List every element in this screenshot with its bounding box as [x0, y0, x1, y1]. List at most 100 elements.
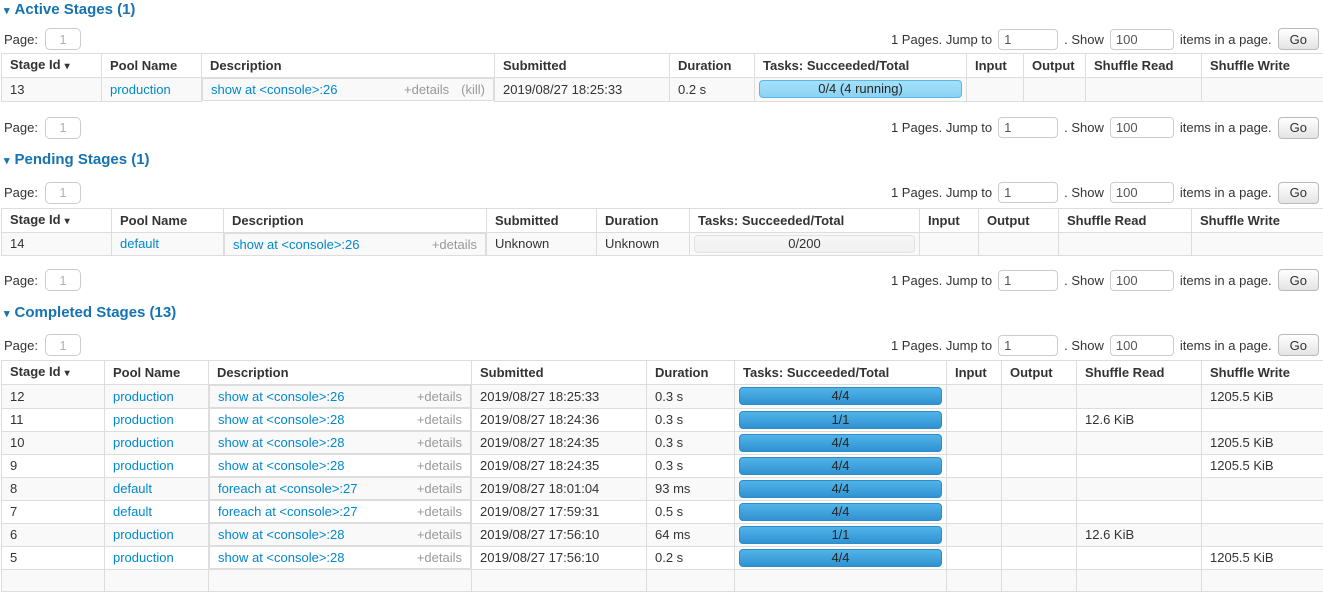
description-link[interactable]: show at <console>:28 — [218, 457, 344, 474]
description-link[interactable]: show at <console>:26 — [218, 388, 344, 405]
stage-row: 7defaultforeach at <console>:27+details2… — [2, 500, 1323, 523]
col-header-shuffle-write[interactable]: Shuffle Write — [1202, 361, 1323, 385]
pool-link[interactable]: production — [110, 82, 171, 97]
tasks-cell: 4/4 — [735, 431, 947, 454]
show-count-input[interactable] — [1110, 29, 1174, 50]
go-button[interactable]: Go — [1278, 334, 1319, 356]
col-header-submitted[interactable]: Submitted — [487, 208, 597, 232]
col-header-tasks-succeeded-total[interactable]: Tasks: Succeeded/Total — [690, 208, 920, 232]
output-cell — [1002, 408, 1077, 431]
tasks-cell: 4/4 — [735, 454, 947, 477]
page-number-input[interactable] — [45, 117, 81, 139]
go-button[interactable]: Go — [1278, 269, 1319, 291]
details-link[interactable]: +details — [417, 481, 462, 496]
col-header-description[interactable]: Description — [224, 208, 487, 232]
pool-link[interactable]: default — [120, 236, 159, 251]
jump-to-input[interactable] — [998, 335, 1058, 356]
details-link[interactable]: +details — [417, 412, 462, 427]
go-button[interactable]: Go — [1278, 28, 1319, 50]
col-header-pool-name[interactable]: Pool Name — [102, 54, 202, 78]
col-header-output[interactable]: Output — [1002, 361, 1077, 385]
details-link[interactable]: +details — [417, 504, 462, 519]
empty-cell — [1202, 570, 1323, 592]
col-header-shuffle-read[interactable]: Shuffle Read — [1077, 361, 1202, 385]
items-text: items in a page. — [1180, 185, 1272, 200]
page-number-input[interactable] — [45, 334, 81, 356]
col-header-input[interactable]: Input — [920, 208, 979, 232]
col-header-description[interactable]: Description — [209, 361, 472, 385]
completed-stages-heading[interactable]: ▾Completed Stages (13) — [0, 303, 1323, 322]
col-header-input[interactable]: Input — [947, 361, 1002, 385]
pool-link[interactable]: production — [113, 550, 174, 565]
show-count-input[interactable] — [1110, 270, 1174, 291]
col-header-shuffle-write[interactable]: Shuffle Write — [1192, 208, 1323, 232]
col-header-duration[interactable]: Duration — [647, 361, 735, 385]
page-number-input[interactable] — [45, 269, 81, 291]
page-label: Page: — [4, 338, 38, 353]
description-link[interactable]: show at <console>:28 — [218, 526, 344, 543]
tasks-cell: 4/4 — [735, 500, 947, 523]
col-header-tasks-succeeded-total[interactable]: Tasks: Succeeded/Total — [755, 54, 967, 78]
pool-link[interactable]: production — [113, 527, 174, 542]
pages-count-text: 1 Pages. Jump to — [891, 32, 992, 47]
page-number-input[interactable] — [45, 28, 81, 50]
description-link[interactable]: show at <console>:26 — [233, 236, 359, 253]
details-link[interactable]: +details — [417, 550, 462, 565]
jump-to-input[interactable] — [998, 270, 1058, 291]
description-link[interactable]: show at <console>:26 — [211, 81, 337, 98]
col-header-tasks-succeeded-total[interactable]: Tasks: Succeeded/Total — [735, 361, 947, 385]
col-header-duration[interactable]: Duration — [597, 208, 690, 232]
details-link[interactable]: +details — [417, 527, 462, 542]
col-header-shuffle-read[interactable]: Shuffle Read — [1059, 208, 1192, 232]
pool-link[interactable]: production — [113, 458, 174, 473]
details-link[interactable]: +details — [417, 458, 462, 473]
submitted-cell: 2019/08/27 18:24:36 — [472, 408, 647, 431]
show-count-input[interactable] — [1110, 117, 1174, 138]
shuffle-write-cell — [1202, 477, 1323, 500]
show-count-input[interactable] — [1110, 182, 1174, 203]
show-count-input[interactable] — [1110, 335, 1174, 356]
jump-to-input[interactable] — [998, 182, 1058, 203]
col-header-description[interactable]: Description — [202, 54, 495, 78]
duration-cell: 0.3 s — [647, 454, 735, 477]
jump-to-input[interactable] — [998, 117, 1058, 138]
details-link[interactable]: +details — [432, 237, 477, 252]
description-link[interactable]: show at <console>:28 — [218, 549, 344, 566]
col-header-submitted[interactable]: Submitted — [495, 54, 670, 78]
pending-stages-heading[interactable]: ▾Pending Stages (1) — [0, 150, 1323, 169]
pages-count-text: 1 Pages. Jump to — [891, 273, 992, 288]
col-header-stage-id[interactable]: Stage Id▾ — [2, 361, 105, 385]
description-link[interactable]: show at <console>:28 — [218, 434, 344, 451]
details-link[interactable]: +details — [417, 435, 462, 450]
pool-link[interactable]: default — [113, 504, 152, 519]
details-link[interactable]: +details — [417, 389, 462, 404]
page-number-input[interactable] — [45, 182, 81, 204]
col-header-output[interactable]: Output — [979, 208, 1059, 232]
pool-cell: default — [105, 500, 209, 523]
pool-link[interactable]: production — [113, 389, 174, 404]
go-button[interactable]: Go — [1278, 117, 1319, 139]
details-link[interactable]: +details — [404, 82, 449, 97]
pool-link[interactable]: default — [113, 481, 152, 496]
active-stages-heading[interactable]: ▾Active Stages (1) — [0, 0, 1323, 19]
go-button[interactable]: Go — [1278, 182, 1319, 204]
col-header-stage-id[interactable]: Stage Id▾ — [2, 208, 112, 232]
col-header-duration[interactable]: Duration — [670, 54, 755, 78]
col-header-shuffle-write[interactable]: Shuffle Write — [1202, 54, 1323, 78]
description-link[interactable]: foreach at <console>:27 — [218, 503, 358, 520]
col-header-pool-name[interactable]: Pool Name — [105, 361, 209, 385]
jump-to-input[interactable] — [998, 29, 1058, 50]
col-header-stage-id[interactable]: Stage Id▾ — [2, 54, 102, 78]
col-header-pool-name[interactable]: Pool Name — [112, 208, 224, 232]
pool-link[interactable]: production — [113, 435, 174, 450]
col-header-shuffle-read[interactable]: Shuffle Read — [1086, 54, 1202, 78]
col-header-input[interactable]: Input — [967, 54, 1024, 78]
col-header-output[interactable]: Output — [1024, 54, 1086, 78]
pool-cell: default — [112, 232, 224, 256]
col-header-submitted[interactable]: Submitted — [472, 361, 647, 385]
pool-link[interactable]: production — [113, 412, 174, 427]
shuffle-write-cell — [1202, 523, 1323, 546]
kill-link[interactable]: (kill) — [461, 82, 485, 97]
description-link[interactable]: foreach at <console>:27 — [218, 480, 358, 497]
description-link[interactable]: show at <console>:28 — [218, 411, 344, 428]
